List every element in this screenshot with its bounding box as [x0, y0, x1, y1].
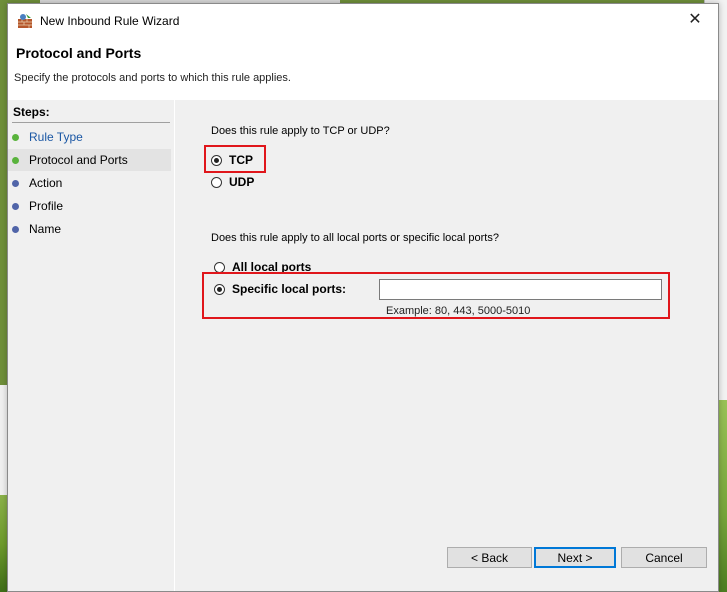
- firewall-icon: [18, 14, 32, 28]
- step-done-icon: [12, 156, 19, 164]
- step-done-icon: [12, 133, 19, 141]
- step-rule-type[interactable]: Rule Type: [8, 126, 171, 148]
- close-icon: ✕: [688, 11, 702, 28]
- back-button[interactable]: < Back: [447, 547, 532, 568]
- wizard-window: New Inbound Rule Wizard ✕ Protocol and P…: [7, 3, 719, 592]
- udp-radio[interactable]: UDP: [211, 175, 254, 189]
- next-button[interactable]: Next >: [534, 547, 616, 568]
- step-action: Action: [8, 172, 171, 194]
- page-title: Protocol and Ports: [16, 45, 142, 61]
- local-ports-input[interactable]: [379, 279, 662, 300]
- radio-selected-icon: [214, 283, 225, 295]
- step-label: Protocol and Ports: [29, 153, 128, 167]
- page-subtitle: Specify the protocols and ports to which…: [14, 72, 291, 84]
- steps-divider: [12, 122, 170, 123]
- ports-question: Does this rule apply to all local ports …: [211, 232, 499, 244]
- protocol-question: Does this rule apply to TCP or UDP?: [211, 125, 390, 137]
- content-panel: Does this rule apply to TCP or UDP? TCP …: [175, 100, 718, 591]
- tcp-label: TCP: [229, 153, 253, 167]
- steps-heading: Steps:: [13, 105, 50, 119]
- ports-example-text: Example: 80, 443, 5000-5010: [386, 305, 531, 317]
- specific-local-ports-label: Specific local ports:: [232, 282, 347, 296]
- udp-label: UDP: [229, 175, 255, 189]
- close-button[interactable]: ✕: [672, 4, 718, 34]
- wizard-header: Protocol and Ports Specify the protocols…: [8, 37, 718, 101]
- step-pending-icon: [12, 179, 19, 187]
- step-pending-icon: [12, 202, 19, 210]
- window-title: New Inbound Rule Wizard: [40, 14, 180, 28]
- radio-empty-icon: [214, 261, 225, 273]
- tcp-radio[interactable]: TCP: [211, 153, 253, 167]
- cancel-button[interactable]: Cancel: [621, 547, 707, 568]
- specific-local-ports-radio[interactable]: Specific local ports:: [214, 282, 346, 296]
- step-protocol-and-ports: Protocol and Ports: [8, 149, 171, 171]
- step-profile: Profile: [8, 195, 171, 217]
- radio-empty-icon: [211, 176, 222, 188]
- step-pending-icon: [12, 225, 19, 233]
- step-label: Action: [29, 176, 63, 190]
- steps-panel: Steps: Rule Type Protocol and Ports Acti…: [8, 100, 175, 591]
- step-label: Profile: [29, 199, 64, 213]
- step-name: Name: [8, 218, 171, 240]
- step-label: Rule Type: [29, 130, 83, 144]
- title-bar[interactable]: New Inbound Rule Wizard ✕: [8, 4, 718, 37]
- radio-selected-icon: [211, 154, 222, 166]
- step-label: Name: [29, 222, 62, 236]
